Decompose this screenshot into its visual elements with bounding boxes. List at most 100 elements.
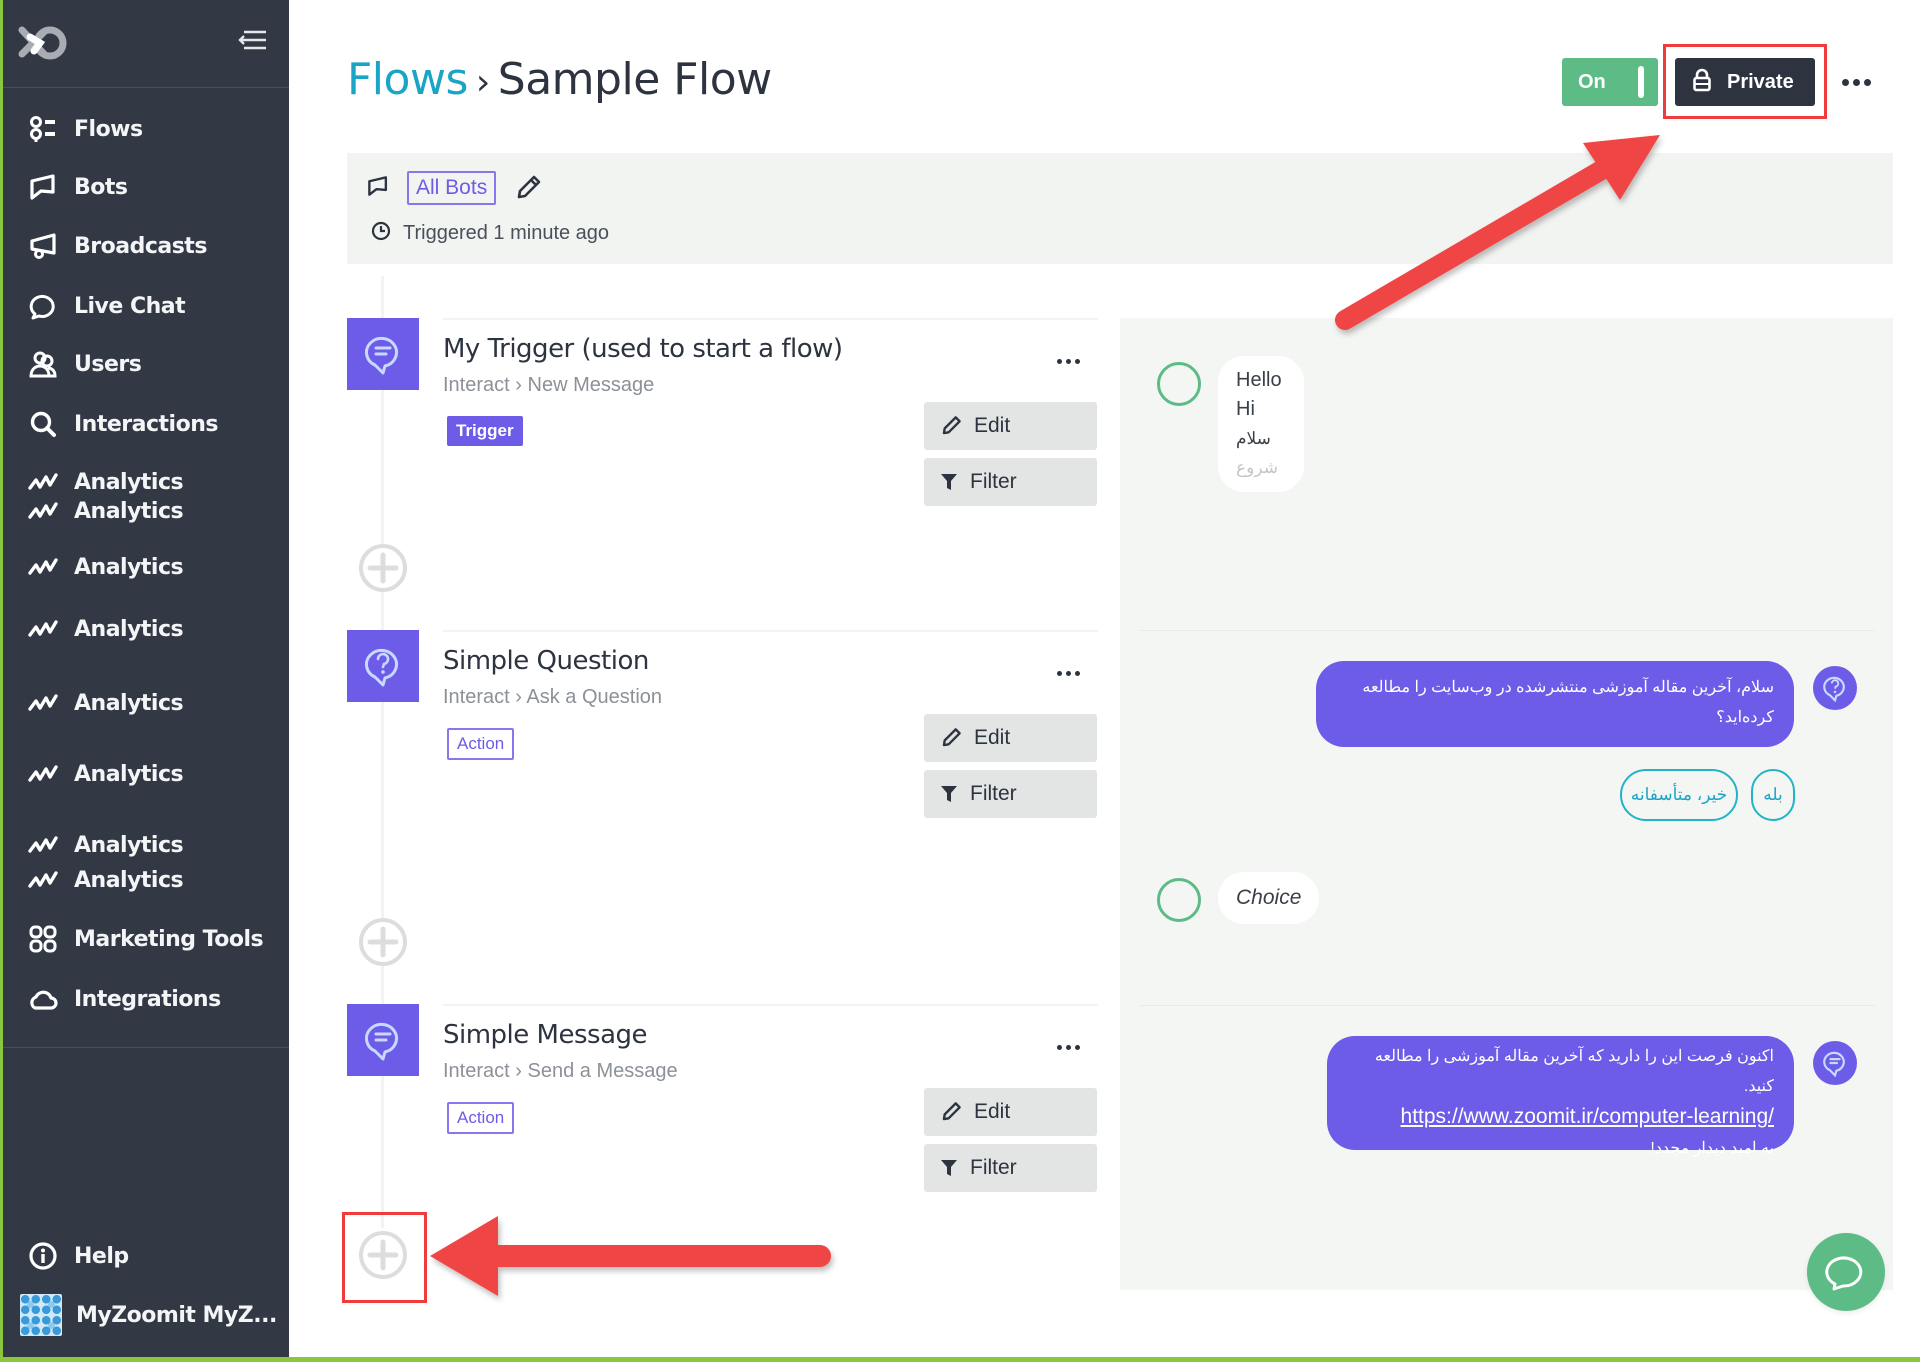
- sidebar-item-label: Analytics: [74, 554, 184, 580]
- sidebar-item-analytics[interactable]: Analytics: [28, 496, 184, 526]
- question-icon: [365, 648, 398, 687]
- question-step-avatar: [1813, 666, 1857, 710]
- add-step-button[interactable]: [358, 917, 408, 967]
- sidebar-item-analytics[interactable]: Analytics: [28, 830, 184, 860]
- sidebar-item-integrations[interactable]: Integrations: [28, 984, 221, 1014]
- account-name: MyZoomit MyZ...: [76, 1302, 277, 1328]
- step-edit-button[interactable]: Edit: [924, 714, 1097, 762]
- step-more-button[interactable]: [1052, 1037, 1084, 1057]
- avatar: [20, 1294, 62, 1336]
- message-step-avatar: [1813, 1041, 1857, 1085]
- sidebar-item-users[interactable]: Users: [28, 349, 142, 379]
- flow-connector-line: [381, 390, 384, 630]
- sidebar-item-live-chat[interactable]: Live Chat: [28, 291, 186, 321]
- card-divider: [443, 630, 1098, 632]
- sidebar-item-analytics[interactable]: Analytics: [28, 865, 184, 895]
- add-step-button[interactable]: [358, 1230, 408, 1280]
- live-chat-button[interactable]: [1807, 1233, 1885, 1311]
- ellipsis-icon: [1056, 358, 1080, 364]
- sidebar-item-label: Users: [74, 351, 142, 377]
- sidebar-item-label: Analytics: [74, 469, 184, 495]
- sidebar-item-broadcasts[interactable]: Broadcasts: [28, 231, 207, 261]
- step-icon-button[interactable]: [347, 318, 419, 390]
- analytics-icon: [28, 759, 58, 789]
- edit-bots-button[interactable]: [512, 172, 544, 204]
- pencil-icon: [942, 728, 961, 747]
- step-filter-button[interactable]: Filter: [924, 458, 1097, 506]
- message-link[interactable]: https://www.zoomit.ir/computer-learning/: [1401, 1102, 1774, 1132]
- account-menu[interactable]: MyZoomit MyZ...: [20, 1294, 277, 1336]
- sidebar-item-flows[interactable]: Flows: [28, 114, 143, 144]
- private-label: Private: [1727, 70, 1794, 93]
- breadcrumb-flows-link[interactable]: Flows: [347, 54, 468, 105]
- sidebar-item-label: Flows: [74, 116, 143, 142]
- step-more-button[interactable]: [1052, 351, 1084, 371]
- more-options-button[interactable]: [1838, 70, 1874, 94]
- step-edit-button[interactable]: Edit: [924, 1088, 1097, 1136]
- sidebar-item-label: Analytics: [74, 690, 184, 716]
- sidebar-item-label: Analytics: [74, 498, 184, 524]
- question-message-bubble: سلام، آخرین مقاله آموزشی منتشرشده در وب‌…: [1316, 661, 1794, 747]
- sidebar-item-label: Integrations: [74, 986, 221, 1012]
- step-title[interactable]: Simple Question: [443, 646, 649, 676]
- quick-reply-no[interactable]: خیر، متأسفانه: [1620, 769, 1738, 821]
- step-title[interactable]: Simple Message: [443, 1020, 648, 1050]
- sidebar-item-bots[interactable]: Bots: [28, 172, 128, 202]
- filter-icon: [941, 474, 957, 490]
- step-title[interactable]: My Trigger (used to start a flow): [443, 334, 843, 364]
- sidebar-item-label: Analytics: [74, 832, 184, 858]
- collapse-menu-icon[interactable]: [236, 26, 270, 54]
- question-icon: [1823, 676, 1845, 702]
- all-bots-tag[interactable]: All Bots: [407, 171, 497, 205]
- frame-border-bottom: [0, 1357, 1920, 1362]
- sidebar-item-interactions[interactable]: Interactions: [28, 409, 218, 439]
- step-subtitle: Interact › Ask a Question: [443, 686, 663, 708]
- sidebar-item-analytics[interactable]: Analytics: [28, 552, 184, 582]
- pencil-icon: [942, 416, 961, 435]
- sidebar-item-analytics[interactable]: Analytics: [28, 688, 184, 718]
- sidebar-item-marketing-tools[interactable]: Marketing Tools: [28, 924, 264, 954]
- step-filter-button[interactable]: Filter: [924, 1144, 1097, 1192]
- filter-icon: [941, 786, 957, 802]
- analytics-icon: [28, 614, 58, 644]
- flow-connector-line: [381, 1076, 384, 1228]
- analytics-icon: [28, 552, 58, 582]
- megaphone-icon: [28, 231, 58, 261]
- sidebar-divider: [3, 1047, 289, 1048]
- sidebar-divider: [3, 87, 289, 88]
- bots-icon: [367, 175, 389, 202]
- ellipsis-icon: [1841, 78, 1871, 86]
- step-subtitle: Interact › Send a Message: [443, 1060, 678, 1082]
- sidebar-item-label: Marketing Tools: [74, 926, 264, 952]
- logo-icon[interactable]: [16, 24, 70, 62]
- sidebar-item-analytics[interactable]: Analytics: [28, 467, 184, 497]
- sidebar-item-analytics[interactable]: Analytics: [28, 759, 184, 789]
- quick-reply-yes[interactable]: بله: [1751, 769, 1795, 821]
- message-icon: [1823, 1051, 1845, 1077]
- sidebar-item-analytics[interactable]: Analytics: [28, 614, 184, 644]
- filter-icon: [941, 1160, 957, 1176]
- chat-bubble-icon: [28, 291, 58, 321]
- message-icon: [365, 1022, 398, 1061]
- private-button[interactable]: Private: [1675, 58, 1815, 106]
- flow-info-panel: All Bots Triggered 1 minute ago: [347, 153, 1893, 264]
- breadcrumb: Flows › Sample Flow: [347, 50, 772, 113]
- flow-active-toggle[interactable]: On: [1562, 58, 1658, 106]
- step-filter-button[interactable]: Filter: [924, 770, 1097, 818]
- ellipsis-icon: [1056, 1044, 1080, 1050]
- sidebar-item-help[interactable]: Help: [28, 1241, 129, 1271]
- add-step-button[interactable]: [358, 543, 408, 593]
- step-icon-button[interactable]: [347, 1004, 419, 1076]
- step-edit-button[interactable]: Edit: [924, 402, 1097, 450]
- pencil-icon: [517, 175, 541, 199]
- step-icon-button[interactable]: [347, 630, 419, 702]
- analytics-icon: [28, 496, 58, 526]
- sidebar-item-label: Help: [74, 1243, 129, 1269]
- sidebar-item-label: Analytics: [74, 867, 184, 893]
- flow-connector-line: [381, 276, 384, 318]
- info-icon: [28, 1241, 58, 1271]
- ellipsis-icon: [1056, 670, 1080, 676]
- step-more-button[interactable]: [1052, 663, 1084, 683]
- sidebar-item-label: Interactions: [74, 411, 218, 437]
- breadcrumb-separator: ›: [475, 62, 490, 103]
